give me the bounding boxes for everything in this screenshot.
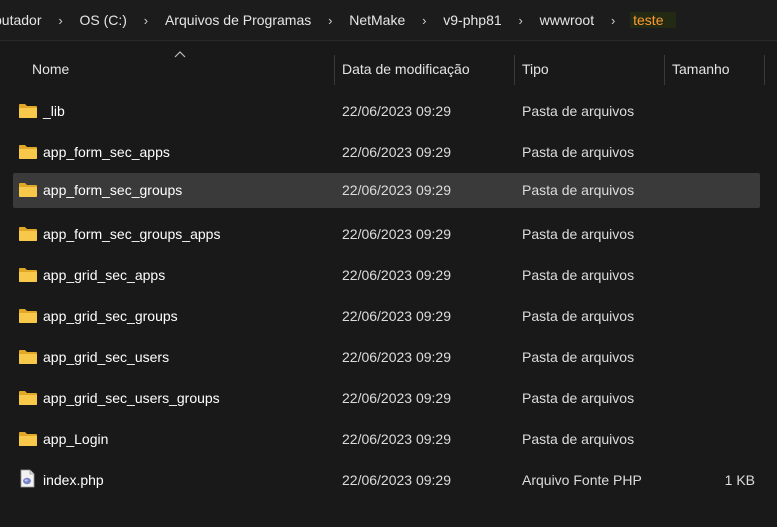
breadcrumb-item-current[interactable]: teste [630,12,677,28]
breadcrumb: putador › OS (C:) › Arquivos de Programa… [0,0,777,41]
column-divider[interactable] [334,55,335,85]
column-divider[interactable] [764,55,765,85]
folder-icon [19,183,37,197]
folder-icon [19,350,37,364]
breadcrumb-item-netmake[interactable]: NetMake [347,12,407,28]
file-date: 22/06/2023 09:29 [342,431,451,447]
column-header-size[interactable]: Tamanho [672,41,730,97]
file-name: app_grid_sec_apps [43,267,166,283]
php-file-icon [20,469,35,488]
file-name: app_form_sec_groups [43,182,183,198]
file-date: 22/06/2023 09:29 [342,349,451,365]
file-date: 22/06/2023 09:29 [342,267,451,283]
file-date: 22/06/2023 09:29 [342,308,451,324]
folder-icon [19,145,37,159]
breadcrumb-separator-icon[interactable]: › [407,13,441,28]
folder-icon [19,391,37,405]
breadcrumb-separator-icon[interactable]: › [313,13,347,28]
file-name: app_form_sec_groups_apps [43,226,221,242]
folder-icon [19,432,37,446]
file-list: _lib 22/06/2023 09:29 Pasta de arquivos … [0,91,777,501]
file-type: Arquivo Fonte PHP [522,472,642,488]
file-date: 22/06/2023 09:29 [342,390,451,406]
folder-icon [19,104,37,118]
file-date: 22/06/2023 09:29 [342,103,451,119]
breadcrumb-separator-icon[interactable]: › [596,13,630,28]
list-item[interactable]: app_form_sec_groups_apps 22/06/2023 09:2… [0,214,777,255]
file-date: 22/06/2023 09:29 [342,144,451,160]
list-item[interactable]: app_grid_sec_users_groups 22/06/2023 09:… [0,378,777,419]
file-type: Pasta de arquivos [522,308,635,324]
file-name: index.php [43,472,104,488]
list-item[interactable]: index.php 22/06/2023 09:29 Arquivo Fonte… [0,460,777,501]
breadcrumb-item-computer[interactable]: putador [0,12,43,28]
column-divider[interactable] [664,55,665,85]
file-type: Pasta de arquivos [522,103,635,119]
breadcrumb-item-wwwroot[interactable]: wwwroot [538,12,596,28]
column-header-name[interactable]: Nome [32,41,69,97]
column-header-date[interactable]: Data de modificação [342,41,470,97]
folder-icon [19,227,37,241]
list-item[interactable]: app_grid_sec_groups 22/06/2023 09:29 Pas… [0,296,777,337]
file-type: Pasta de arquivos [522,390,635,406]
folder-icon [19,268,37,282]
column-header-type[interactable]: Tipo [522,41,549,97]
breadcrumb-item-v9-php81[interactable]: v9-php81 [441,12,503,28]
breadcrumb-item-program-files[interactable]: Arquivos de Programas [163,12,313,28]
breadcrumb-item-drive[interactable]: OS (C:) [77,12,128,28]
list-item[interactable]: app_grid_sec_users 22/06/2023 09:29 Past… [0,337,777,378]
file-type: Pasta de arquivos [522,267,635,283]
breadcrumb-separator-icon[interactable]: › [43,13,77,28]
file-name: app_grid_sec_users_groups [43,390,220,406]
file-name: app_form_sec_apps [43,144,170,160]
file-name: app_grid_sec_users [43,349,170,365]
file-name: app_Login [43,431,109,447]
file-date: 22/06/2023 09:29 [342,472,451,488]
file-name: app_grid_sec_groups [43,308,178,324]
column-divider[interactable] [514,55,515,85]
file-date: 22/06/2023 09:29 [342,182,451,198]
file-type: Pasta de arquivos [522,182,635,198]
breadcrumb-separator-icon[interactable]: › [129,13,163,28]
sort-ascending-icon [174,51,186,58]
file-type: Pasta de arquivos [522,431,635,447]
list-item-selected[interactable]: app_form_sec_groups 22/06/2023 09:29 Pas… [0,173,777,214]
list-item[interactable]: _lib 22/06/2023 09:29 Pasta de arquivos [0,91,777,132]
file-size: 1 KB [724,472,755,488]
list-item[interactable]: app_form_sec_apps 22/06/2023 09:29 Pasta… [0,132,777,173]
file-name: _lib [43,103,65,119]
column-header-bar: Nome Data de modificação Tipo Tamanho [0,41,777,97]
folder-icon [19,309,37,323]
file-date: 22/06/2023 09:29 [342,226,451,242]
list-item[interactable]: app_grid_sec_apps 22/06/2023 09:29 Pasta… [0,255,777,296]
file-type: Pasta de arquivos [522,144,635,160]
breadcrumb-separator-icon[interactable]: › [504,13,538,28]
file-type: Pasta de arquivos [522,226,635,242]
list-item[interactable]: app_Login 22/06/2023 09:29 Pasta de arqu… [0,419,777,460]
file-type: Pasta de arquivos [522,349,635,365]
